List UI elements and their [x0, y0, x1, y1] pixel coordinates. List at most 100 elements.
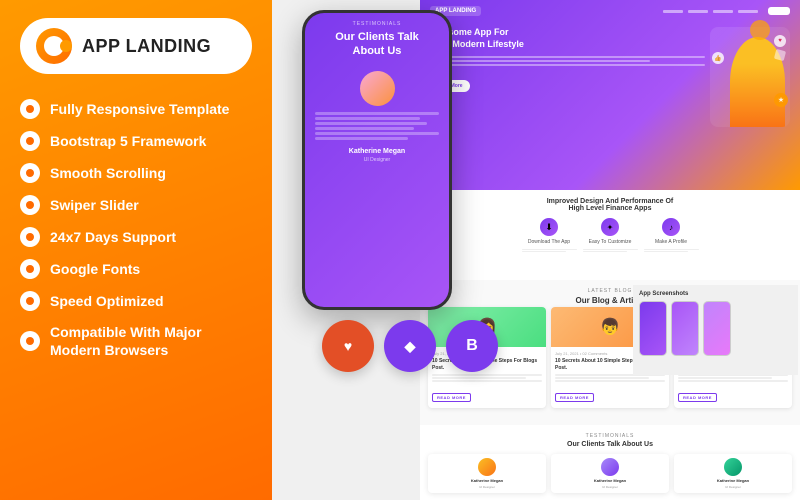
site-nav-btn	[768, 7, 790, 15]
site-testimonials-heading: Our Clients Talk About Us	[428, 441, 792, 448]
site-nav-link	[663, 10, 683, 13]
website-preview: APP LANDING Awesome App ForYour Modern L…	[420, 0, 800, 500]
feature-item-browsers: Compatible With MajorModern Browsers	[20, 318, 252, 364]
phone-text-line	[315, 112, 439, 115]
feature-bullet-speed	[20, 291, 40, 311]
testimonial-card-2: Katherine Megan UI Designer	[551, 454, 669, 493]
testimonial-role-1: UI Designer	[479, 485, 495, 489]
site-step-customize: ✦ Easy To Customize	[583, 218, 638, 252]
phone-testimonials-label: TESTIMONIALS	[353, 21, 402, 27]
desc-line	[678, 377, 772, 379]
site-step-profile: ♪ Make A Profile	[644, 218, 699, 252]
site-hero-desc-line	[430, 56, 705, 58]
site-hero-desc-line	[430, 64, 705, 66]
phone-text-line	[315, 122, 427, 125]
testimonial-card-1: Katherine Megan UI Designer	[428, 454, 546, 493]
site-step-label: Make A Profile	[655, 239, 687, 246]
phone-person-role: UI Designer	[364, 157, 390, 163]
feature-bullet-swiper	[20, 195, 40, 215]
desc-line	[432, 374, 542, 376]
feature-bullet-support	[20, 227, 40, 247]
bootstrap-badge-label: B	[466, 337, 478, 355]
blog-card-2-btn[interactable]: READ MORE	[555, 393, 594, 402]
feature-bullet-scrolling	[20, 163, 40, 183]
site-steps: ⬇ Download The App ✦ Easy To Customize	[432, 218, 788, 252]
site-how-works-title: Improved Design And Performance OfHigh L…	[432, 198, 788, 212]
feature-label-scrolling: Smooth Scrolling	[50, 164, 166, 182]
feature-item-swiper: Swiper Slider	[20, 190, 252, 220]
blog-card-3-btn[interactable]: READ MORE	[678, 393, 717, 402]
phone-text-line	[315, 127, 414, 130]
site-nav-links	[663, 10, 758, 13]
feature-item-scrolling: Smooth Scrolling	[20, 158, 252, 188]
testimonial-name-1: Katherine Megan	[471, 478, 503, 483]
screenshots-title: App Screenshots	[639, 291, 792, 297]
desc-line	[555, 377, 649, 379]
heart-icon: ♥	[774, 35, 786, 47]
left-panel: APP LANDING Fully Responsive Template Boo…	[0, 0, 272, 500]
site-testimonials-label: TESTIMONIALS	[428, 433, 792, 439]
site-hero: APP LANDING Awesome App ForYour Modern L…	[420, 0, 800, 190]
site-hero-image: ♥ 👍 ★	[710, 27, 790, 127]
site-testimonials-cards: Katherine Megan UI Designer Katherine Me…	[428, 454, 792, 493]
download-icon: ⬇	[540, 218, 558, 236]
feature-label-browsers: Compatible With MajorModern Browsers	[50, 323, 202, 359]
feature-label-speed: Speed Optimized	[50, 292, 164, 310]
site-hero-text: Awesome App ForYour Modern Lifestyle Rea…	[430, 27, 705, 92]
site-nav-link	[738, 10, 758, 13]
site-step-label: Download The App	[528, 239, 570, 246]
css-badge: ◆	[384, 320, 436, 372]
site-how-works: Improved Design And Performance OfHigh L…	[420, 190, 800, 280]
phone-text-line	[315, 117, 420, 120]
bootstrap-badge: B	[446, 320, 498, 372]
desc-line	[432, 377, 526, 379]
site-nav-link	[688, 10, 708, 13]
screenshot-2	[671, 301, 699, 356]
logo-text: APP LANDING	[82, 36, 211, 57]
testimonial-name-3: Katherine Megan	[717, 478, 749, 483]
blog-card-3-desc	[678, 374, 788, 382]
testimonial-name-2: Katherine Megan	[594, 478, 626, 483]
app-screenshots-strip: App Screenshots	[633, 285, 798, 375]
logo-area: APP LANDING	[20, 18, 252, 74]
html-badge: ♥	[322, 320, 374, 372]
profile-icon: ♪	[662, 218, 680, 236]
feature-label-bootstrap: Bootstrap 5 Framework	[50, 132, 206, 150]
site-step-label: Easy To Customize	[589, 239, 632, 246]
screenshot-1	[639, 301, 667, 356]
logo-icon-inner	[44, 36, 64, 56]
phone-screen: TESTIMONIALS Our Clients TalkAbout Us Ka…	[305, 13, 449, 307]
right-panel: TESTIMONIALS Our Clients TalkAbout Us Ka…	[272, 0, 800, 500]
desc-line	[432, 380, 542, 382]
tech-badges: ♥ ◆ B	[322, 320, 498, 372]
desc-line	[678, 380, 788, 382]
feature-bullet-browsers	[20, 331, 40, 351]
site-hero-content: Awesome App ForYour Modern Lifestyle Rea…	[420, 22, 800, 132]
site-hero-desc-line	[430, 60, 650, 62]
logo-icon	[36, 28, 72, 64]
thumb-icon: 👍	[712, 52, 724, 64]
feature-bullet-responsive	[20, 99, 40, 119]
screenshot-3	[703, 301, 731, 356]
site-testimonials: TESTIMONIALS Our Clients Talk About Us K…	[420, 425, 800, 500]
feature-label-swiper: Swiper Slider	[50, 196, 139, 214]
feature-item-responsive: Fully Responsive Template	[20, 94, 252, 124]
desc-line	[555, 380, 665, 382]
site-hero-title: Awesome App ForYour Modern Lifestyle	[430, 27, 705, 50]
phone-person-name: Katherine Megan	[349, 148, 405, 155]
phone-heading: Our Clients TalkAbout Us	[335, 30, 419, 59]
feature-bullet-fonts	[20, 259, 40, 279]
testimonial-avatar-2	[601, 458, 619, 476]
testimonial-role-2: UI Designer	[602, 485, 618, 489]
testimonial-avatar-1	[478, 458, 496, 476]
testimonial-role-3: UI Designer	[725, 485, 741, 489]
feature-list: Fully Responsive Template Bootstrap 5 Fra…	[20, 94, 252, 364]
phone-mockup: TESTIMONIALS Our Clients TalkAbout Us Ka…	[302, 10, 452, 310]
blog-card-1-btn[interactable]: READ MORE	[432, 393, 471, 402]
deco-orange-circle	[750, 20, 770, 40]
blog-card-2-desc	[555, 374, 665, 382]
site-nav-link	[713, 10, 733, 13]
screenshots-row	[639, 301, 792, 356]
feature-label-support: 24x7 Days Support	[50, 228, 176, 246]
feature-item-support: 24x7 Days Support	[20, 222, 252, 252]
